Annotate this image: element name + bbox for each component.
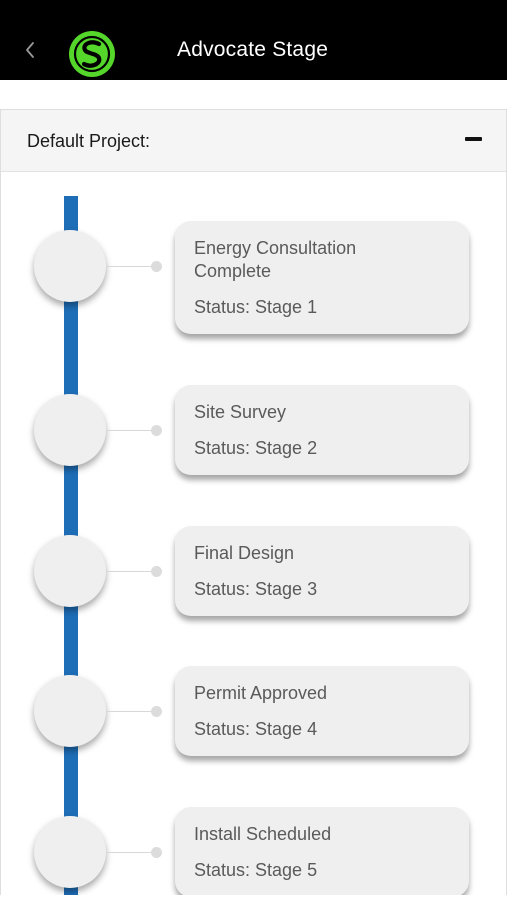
timeline-step: Permit Approved Status: Stage 4 <box>1 617 506 756</box>
project-panel: Default Project: Energy Consultation Com… <box>0 109 507 895</box>
stage-status: Status: Stage 2 <box>194 438 318 458</box>
stage-card[interactable]: Site Survey Status: Stage 2 <box>175 385 469 475</box>
timeline-step: Site Survey Status: Stage 2 <box>1 336 506 475</box>
stage-title: Permit Approved <box>194 683 328 703</box>
stage-status: Status: Stage 4 <box>194 719 318 739</box>
timeline-node <box>34 675 106 747</box>
stage-title: Energy Consultation Complete <box>194 238 357 281</box>
timeline-node <box>34 816 106 888</box>
stage-title: Install Scheduled <box>194 824 332 844</box>
stage-status: Status: Stage 1 <box>194 297 318 317</box>
connector-dot <box>151 706 162 717</box>
connector-dot <box>151 566 162 577</box>
stage-status: Status: Stage 3 <box>194 579 318 599</box>
timeline-connector <box>106 430 153 431</box>
timeline-connector <box>106 711 153 712</box>
timeline-node <box>34 535 106 607</box>
stage-card[interactable]: Final Design Status: Stage 3 <box>175 526 469 616</box>
top-app-bar: Advocate Stage <box>0 0 507 80</box>
timeline-connector <box>106 266 153 267</box>
timeline-step: Install Scheduled Status: Stage 5 <box>1 758 506 895</box>
stage-title: Site Survey <box>194 402 287 422</box>
back-button[interactable] <box>20 36 40 64</box>
timeline-step: Energy Consultation Complete Status: Sta… <box>1 172 506 334</box>
timeline-connector <box>106 852 153 853</box>
stage-card[interactable]: Install Scheduled Status: Stage 5 <box>175 807 469 895</box>
stage-title: Final Design <box>194 543 295 563</box>
timeline-step: Final Design Status: Stage 3 <box>1 477 506 616</box>
timeline-node <box>34 394 106 466</box>
connector-dot <box>151 261 162 272</box>
brand-logo-icon <box>69 31 115 77</box>
timeline-node <box>34 230 106 302</box>
page-title: Advocate Stage <box>177 38 329 61</box>
stage-card[interactable]: Energy Consultation Complete Status: Sta… <box>175 221 469 334</box>
connector-dot <box>151 847 162 858</box>
stage-status: Status: Stage 5 <box>194 860 318 880</box>
timeline-connector <box>106 571 153 572</box>
minus-icon[interactable] <box>465 137 482 141</box>
project-title: Default Project: <box>27 131 151 151</box>
connector-dot <box>151 425 162 436</box>
project-header[interactable]: Default Project: <box>1 110 506 172</box>
stage-timeline: Energy Consultation Complete Status: Sta… <box>1 172 506 895</box>
chevron-left-icon <box>26 42 34 58</box>
stage-card[interactable]: Permit Approved Status: Stage 4 <box>175 666 469 756</box>
